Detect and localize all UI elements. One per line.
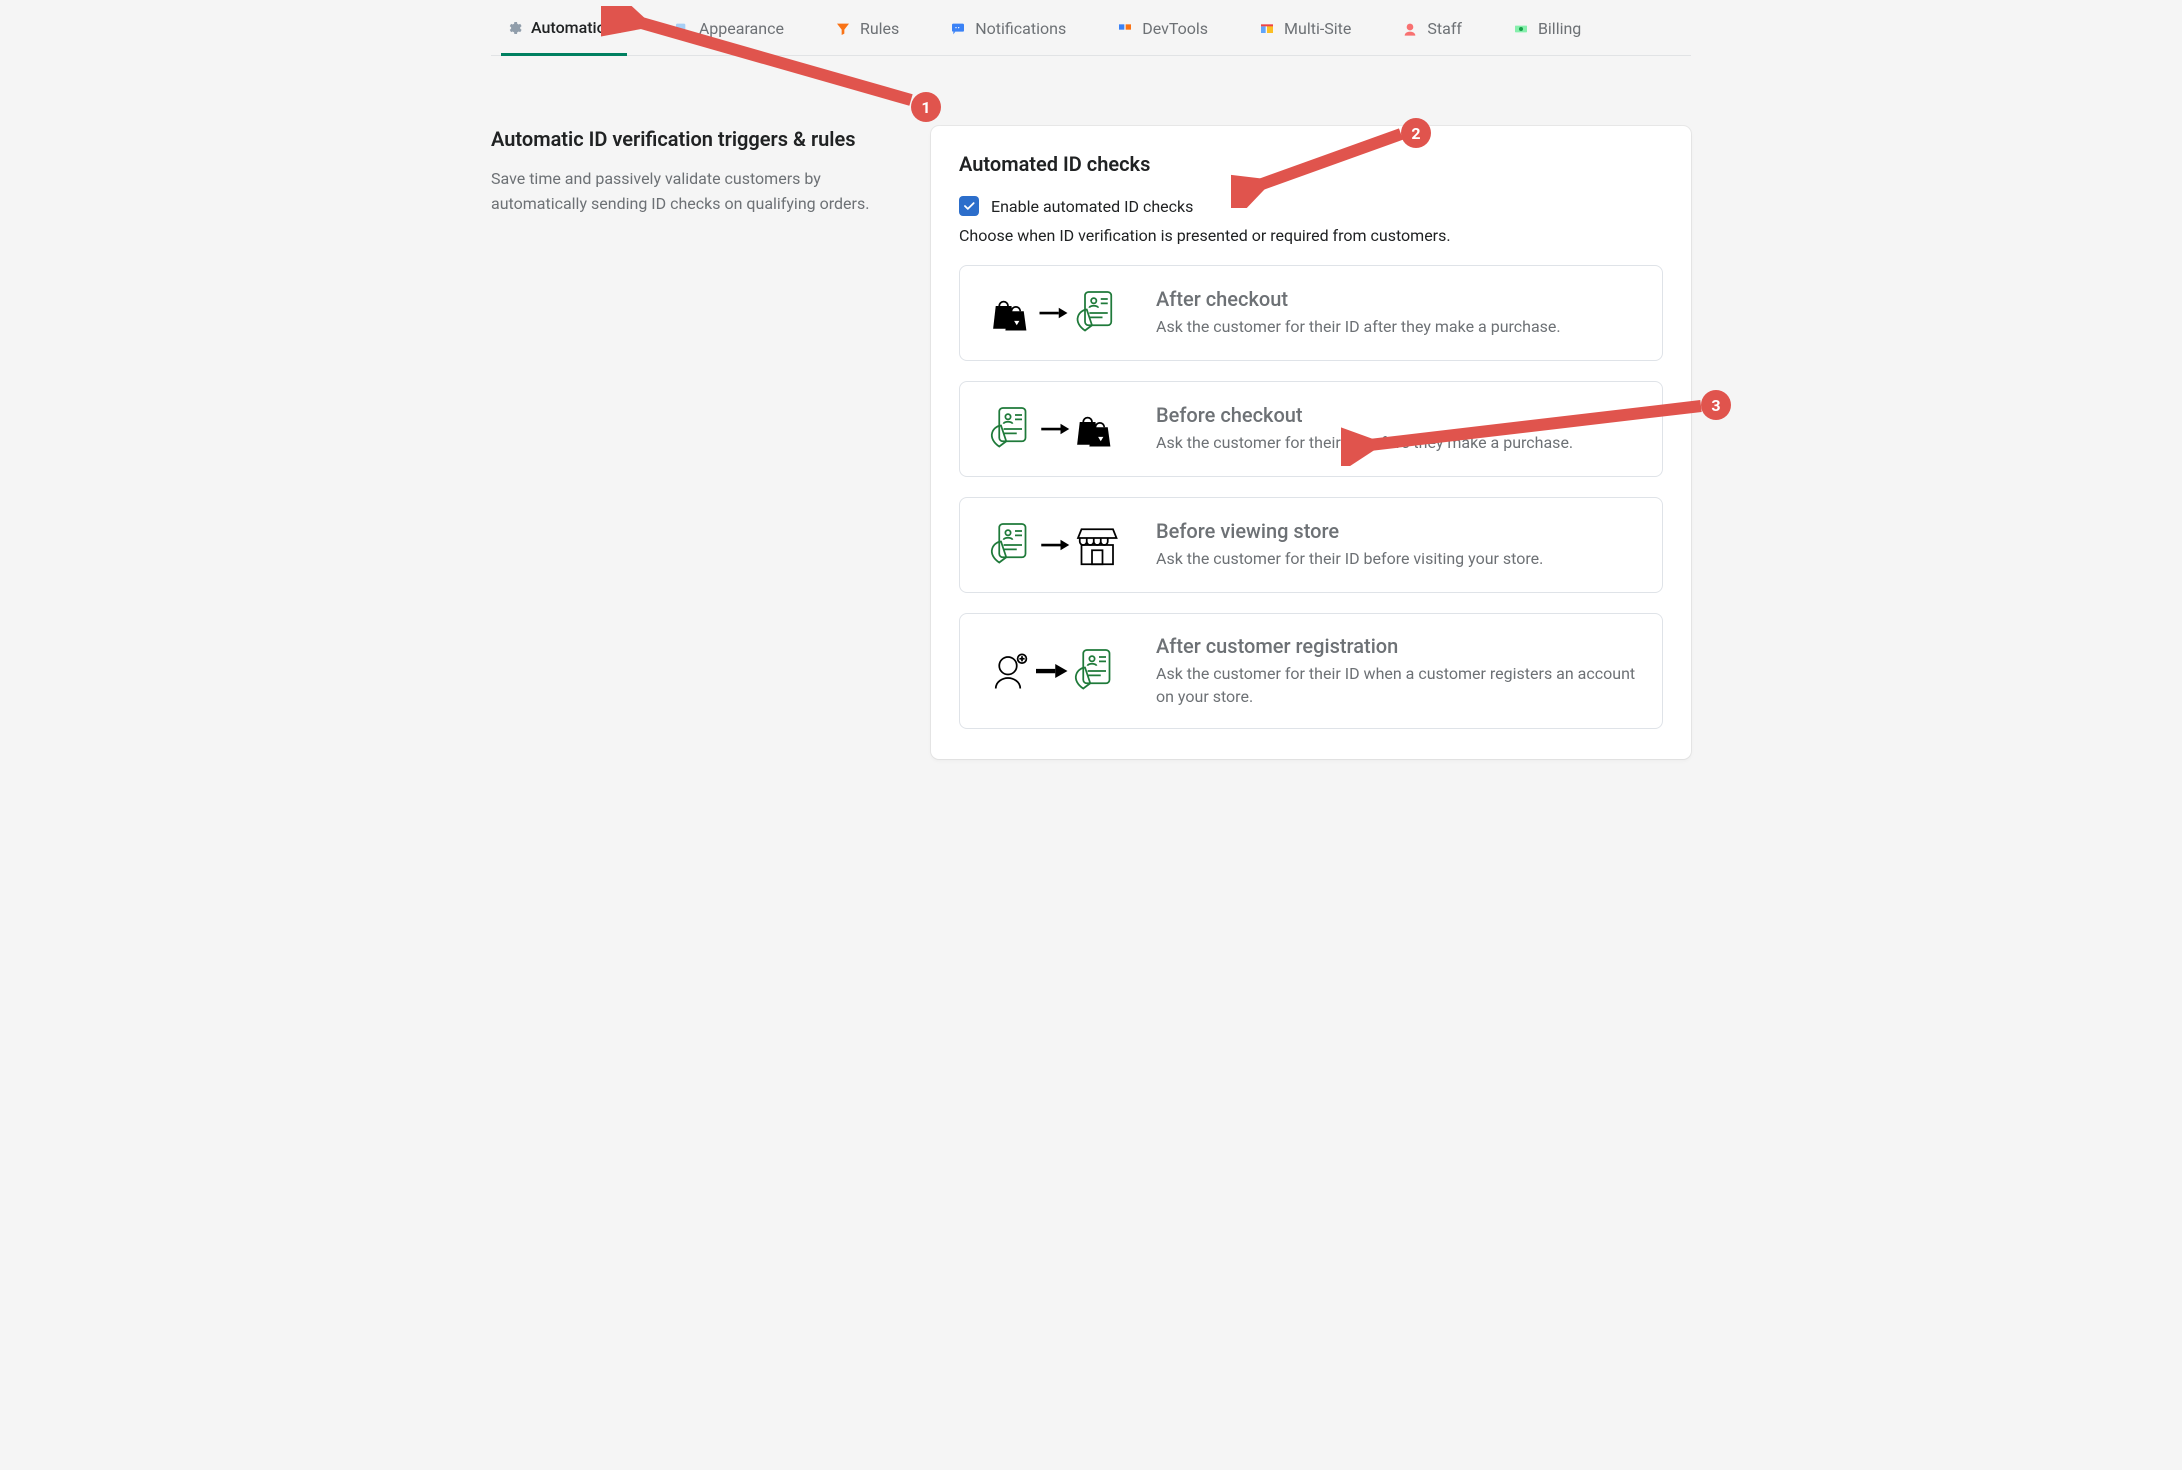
option-desc: Ask the customer for their ID before vis… (1156, 547, 1543, 570)
option-before-viewing-store[interactable]: Before viewing store Ask the customer fo… (959, 497, 1663, 593)
section-description: Automatic ID verification triggers & rul… (491, 126, 891, 759)
filter-icon (834, 20, 852, 38)
option-title: After customer registration (1156, 634, 1640, 658)
tab-multisite[interactable]: Multi-Site (1254, 19, 1355, 54)
tab-label: Billing (1538, 19, 1581, 38)
annotation-badge-3: 3 (1701, 390, 1731, 420)
palette-icon (673, 20, 691, 38)
tab-devtools[interactable]: DevTools (1112, 19, 1212, 54)
enable-checkbox-row: Enable automated ID checks (959, 196, 1663, 216)
card-helptext: Choose when ID verification is presented… (959, 226, 1663, 245)
option-title: Before viewing store (1156, 519, 1543, 543)
tab-label: Appearance (699, 19, 784, 38)
tab-label: Multi-Site (1284, 19, 1351, 38)
enable-checkbox-label: Enable automated ID checks (991, 197, 1193, 216)
option-after-registration[interactable]: After customer registration Ask the cust… (959, 613, 1663, 729)
option-after-checkout[interactable]: After checkout Ask the customer for thei… (959, 265, 1663, 361)
tab-billing[interactable]: Billing (1508, 19, 1585, 54)
chat-icon (949, 20, 967, 38)
store-icon (1258, 20, 1276, 38)
gear-icon (505, 19, 523, 37)
id-to-store-icon (982, 518, 1132, 572)
tab-automations[interactable]: Automations (501, 18, 627, 56)
settings-tabs: Automations Appearance Rules Notificatio… (491, 0, 1691, 56)
annotation-badge-1: 1 (911, 92, 941, 122)
section-title: Automatic ID verification triggers & rul… (491, 126, 891, 153)
enable-automated-checkbox[interactable] (959, 196, 979, 216)
card-title: Automated ID checks (959, 152, 1663, 176)
check-icon (962, 199, 976, 213)
tab-label: Staff (1427, 19, 1462, 38)
tab-notifications[interactable]: Notifications (945, 19, 1070, 54)
cash-icon (1512, 20, 1530, 38)
option-title: Before checkout (1156, 403, 1573, 427)
option-desc: Ask the customer for their ID after they… (1156, 315, 1561, 338)
option-before-checkout[interactable]: Before checkout Ask the customer for the… (959, 381, 1663, 477)
option-desc: Ask the customer for their ID before the… (1156, 431, 1573, 454)
tab-label: Rules (860, 19, 899, 38)
tab-rules[interactable]: Rules (830, 19, 903, 54)
tab-label: Automations (531, 18, 623, 37)
tab-staff[interactable]: Staff (1397, 19, 1466, 54)
bags-to-id-icon (982, 286, 1132, 340)
tab-appearance[interactable]: Appearance (669, 19, 788, 54)
section-subtitle: Save time and passively validate custome… (491, 167, 891, 217)
automated-id-checks-card: Automated ID checks Enable automated ID … (931, 126, 1691, 759)
tab-label: DevTools (1142, 19, 1208, 38)
user-to-id-icon (982, 644, 1132, 698)
person-icon (1401, 20, 1419, 38)
terminal-icon (1116, 20, 1134, 38)
id-to-bags-icon (982, 402, 1132, 456)
option-desc: Ask the customer for their ID when a cus… (1156, 662, 1640, 708)
option-title: After checkout (1156, 287, 1561, 311)
tab-label: Notifications (975, 19, 1066, 38)
